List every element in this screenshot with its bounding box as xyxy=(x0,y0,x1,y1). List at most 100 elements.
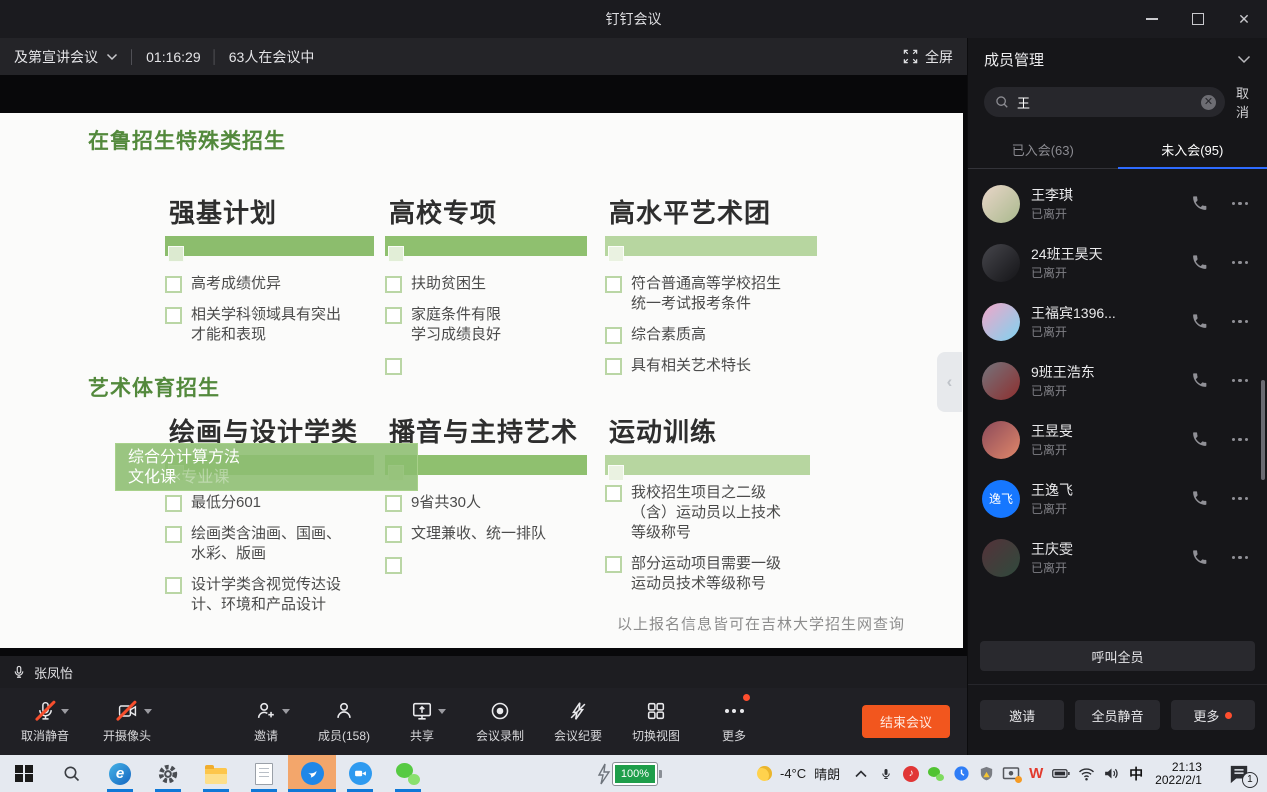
member-more-icon[interactable] xyxy=(1232,379,1249,383)
minutes-button[interactable]: 会议纪要 xyxy=(539,700,617,744)
member-more-icon[interactable] xyxy=(1232,261,1249,265)
search-input[interactable] xyxy=(1015,94,1195,111)
taskbar-search-button[interactable] xyxy=(48,755,96,792)
caret-down-icon[interactable] xyxy=(438,709,446,714)
checkbox-item: 我校招生项目之二级 （含）运动员以上技术 等级称号 xyxy=(605,483,817,543)
checkbox-icon xyxy=(605,485,622,502)
chevron-down-icon[interactable] xyxy=(1237,55,1251,64)
member-more-icon[interactable] xyxy=(1232,202,1249,206)
call-all-button[interactable]: 呼叫全员 xyxy=(980,641,1255,671)
meeting-name[interactable]: 及第宣讲会议 xyxy=(14,47,98,67)
tray-wechat-icon[interactable] xyxy=(927,764,945,784)
tray-microphone-icon[interactable] xyxy=(877,764,895,784)
phone-call-icon[interactable] xyxy=(1191,195,1208,212)
more-button[interactable]: 更多 xyxy=(695,700,773,744)
phone-call-icon[interactable] xyxy=(1191,431,1208,448)
member-row[interactable]: 王庆雯已离开 xyxy=(968,528,1267,587)
taskbar-notepad-icon[interactable] xyxy=(240,755,288,792)
member-more-icon[interactable] xyxy=(1232,438,1249,442)
end-meeting-button[interactable]: 结束会议 xyxy=(862,705,950,738)
member-row[interactable]: 逸飞 王逸飞已离开 xyxy=(968,469,1267,528)
checkbox-icon xyxy=(385,358,402,375)
caret-down-icon[interactable] xyxy=(144,709,152,714)
member-row[interactable]: 9班王浩东已离开 xyxy=(968,351,1267,410)
notification-center-button[interactable]: 1 xyxy=(1228,764,1250,784)
search-box[interactable]: ✕ xyxy=(984,87,1225,117)
clear-search-icon[interactable]: ✕ xyxy=(1201,95,1216,110)
chevron-left-icon: ‹ xyxy=(947,372,953,392)
member-status: 已离开 xyxy=(1031,502,1067,516)
tray-volume-icon[interactable] xyxy=(1102,764,1120,784)
panel-more-button[interactable]: 更多 xyxy=(1171,700,1255,730)
weather-widget[interactable]: -4°C 晴朗 xyxy=(757,764,840,783)
taskbar-dingtalk-icon[interactable] xyxy=(288,755,336,792)
tray-wifi-icon[interactable] xyxy=(1077,764,1095,784)
taskbar-settings-icon[interactable] xyxy=(144,755,192,792)
phone-call-icon[interactable] xyxy=(1191,490,1208,507)
member-name: 王逸飞 xyxy=(1031,482,1073,498)
battery-indicator[interactable]: 100% xyxy=(597,763,662,785)
member-more-icon[interactable] xyxy=(1232,497,1249,501)
close-button[interactable]: ✕ xyxy=(1221,0,1267,38)
phone-call-icon[interactable] xyxy=(1191,313,1208,330)
tray-wps-icon[interactable]: W xyxy=(1027,764,1045,784)
caret-down-icon[interactable] xyxy=(282,709,290,714)
member-row[interactable]: 王昱旻已离开 xyxy=(968,410,1267,469)
switch-view-button[interactable]: 切换视图 xyxy=(617,700,695,744)
tab-not-joined[interactable]: 未入会(95) xyxy=(1118,132,1267,168)
unmute-button[interactable]: 取消静音 xyxy=(10,700,80,744)
taskbar-clock[interactable]: 21:13 2022/2/1 xyxy=(1155,761,1202,787)
invite-button[interactable]: 邀请 xyxy=(227,700,305,744)
tray-cast-icon[interactable] xyxy=(1002,764,1020,784)
tray-security-shield-icon[interactable] xyxy=(977,764,995,784)
tray-expand-button[interactable] xyxy=(852,764,870,784)
slide-tooltip-overlay: 综合分计算方法 文化课×专业课 xyxy=(115,443,418,491)
phone-call-icon[interactable] xyxy=(1191,254,1208,271)
member-more-icon[interactable] xyxy=(1232,556,1249,560)
minimize-icon xyxy=(1146,18,1158,20)
chevron-down-icon[interactable] xyxy=(106,53,118,61)
tooltip-line1: 综合分计算方法 xyxy=(128,448,405,468)
taskbar-wechat-icon[interactable] xyxy=(384,755,432,792)
invite-panel-button[interactable]: 邀请 xyxy=(980,700,1064,730)
member-row[interactable]: 王李琪已离开 xyxy=(968,174,1267,233)
taskbar-meeting-icon[interactable] xyxy=(336,755,384,792)
mute-all-button[interactable]: 全员静音 xyxy=(1075,700,1159,730)
member-row[interactable]: 王福宾1396...已离开 xyxy=(968,292,1267,351)
meeting-toolbar: 取消静音 开摄像头 邀请 xyxy=(0,688,967,755)
tab-joined[interactable]: 已入会(63) xyxy=(968,132,1118,168)
members-button[interactable]: 成员(158) xyxy=(305,700,383,744)
phone-call-icon[interactable] xyxy=(1191,549,1208,566)
temperature: -4°C xyxy=(780,766,806,781)
share-screen-button[interactable]: 共享 xyxy=(383,700,461,744)
tray-music-icon[interactable]: ♪ xyxy=(902,764,920,784)
member-more-icon[interactable] xyxy=(1232,320,1249,324)
phone-call-icon[interactable] xyxy=(1191,372,1208,389)
record-button[interactable]: 会议录制 xyxy=(461,700,539,744)
column-bar xyxy=(165,236,374,256)
checkbox-item xyxy=(385,356,597,375)
member-name: 9班王浩东 xyxy=(1031,364,1095,380)
clock-date: 2022/2/1 xyxy=(1155,774,1202,787)
window-title: 钉钉会议 xyxy=(606,9,662,29)
camera-on-button[interactable]: 开摄像头 xyxy=(88,700,166,744)
ime-indicator[interactable]: 中 xyxy=(1127,764,1145,784)
member-status: 已离开 xyxy=(1031,207,1067,221)
scrollbar-thumb[interactable] xyxy=(1261,380,1265,480)
cancel-search-button[interactable]: 取消 xyxy=(1236,83,1251,121)
fullscreen-button[interactable]: 全屏 xyxy=(903,47,953,67)
tray-battery-icon[interactable] xyxy=(1052,764,1070,784)
member-row[interactable]: 24班王昊天已离开 xyxy=(968,233,1267,292)
minimize-button[interactable] xyxy=(1129,0,1175,38)
member-name: 王昱旻 xyxy=(1031,423,1073,439)
caret-down-icon[interactable] xyxy=(61,709,69,714)
start-button[interactable] xyxy=(0,755,48,792)
member-status: 已离开 xyxy=(1031,325,1067,339)
taskbar-edge-icon[interactable]: e xyxy=(96,755,144,792)
video-panel-collapse-handle[interactable]: ‹ xyxy=(937,352,962,412)
chevron-up-icon xyxy=(855,770,867,778)
tray-clock-app-icon[interactable] xyxy=(952,764,970,784)
taskbar-file-explorer-icon[interactable] xyxy=(192,755,240,792)
battery-percent: 100% xyxy=(613,763,657,785)
maximize-button[interactable] xyxy=(1175,0,1221,38)
